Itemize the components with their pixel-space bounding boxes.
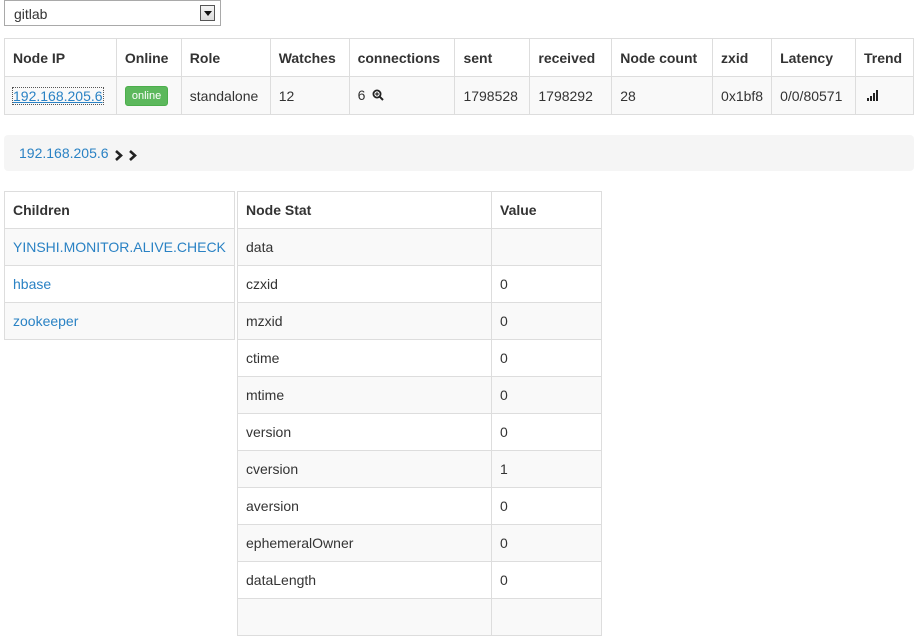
table-row: aversion 0	[237, 487, 602, 525]
col-header-zxid: zxid	[712, 38, 773, 77]
stat-value	[491, 598, 602, 636]
cell-zxid: 0x1bf8	[712, 76, 773, 115]
value-header: Value	[491, 191, 602, 229]
cluster-select-value: gitlab	[14, 6, 48, 22]
col-header-node-ip: Node IP	[4, 38, 117, 77]
cell-role: standalone	[180, 76, 271, 115]
stat-name: ephemeralOwner	[237, 524, 492, 562]
node-stat-header: Node Stat	[237, 191, 492, 229]
table-row: czxid 0	[237, 265, 602, 303]
table-row: mzxid 0	[237, 302, 602, 340]
online-status-badge: online	[124, 85, 169, 106]
stat-value: 1	[491, 450, 602, 488]
chevron-right-icon	[128, 148, 137, 164]
list-item: hbase	[4, 265, 235, 303]
col-header-node-count: Node count	[611, 38, 714, 77]
cell-connections: 6	[348, 76, 456, 115]
children-header: Children	[4, 191, 235, 229]
zoom-in-icon[interactable]	[372, 88, 384, 104]
stat-value: 0	[491, 302, 602, 340]
table-row: dataLength 0	[237, 561, 602, 599]
col-header-connections: connections	[348, 38, 456, 77]
col-header-role: Role	[180, 38, 271, 77]
table-row: mtime 0	[237, 376, 602, 414]
col-header-watches: Watches	[269, 38, 350, 77]
table-row: ctime 0	[237, 339, 602, 377]
signal-bars-icon[interactable]	[866, 88, 879, 104]
stat-value: 0	[491, 413, 602, 451]
cell-sent: 1798528	[454, 76, 531, 115]
table-row: cversion 1	[237, 450, 602, 488]
stat-name: data	[237, 228, 492, 266]
stat-name: cversion	[237, 450, 492, 488]
cell-received: 1798292	[529, 76, 613, 115]
col-header-latency: Latency	[771, 38, 856, 77]
chevron-right-icon	[114, 148, 123, 164]
child-node-link[interactable]: hbase	[13, 276, 51, 292]
cell-watches: 12	[269, 76, 350, 115]
stat-value: 0	[491, 524, 602, 562]
breadcrumb-root-link[interactable]: 192.168.205.6	[19, 145, 109, 161]
stat-name	[237, 598, 492, 636]
cell-node-count: 28	[611, 76, 714, 115]
child-node-link[interactable]: zookeeper	[13, 313, 78, 329]
col-header-received: received	[529, 38, 613, 77]
child-node-link[interactable]: YINSHI.MONITOR.ALIVE.CHECK	[13, 239, 226, 255]
server-table: Node IP Online Role Watches connections …	[4, 38, 915, 115]
list-item: YINSHI.MONITOR.ALIVE.CHECK	[4, 228, 235, 266]
stat-name: mzxid	[237, 302, 492, 340]
cluster-select[interactable]: gitlab	[4, 0, 221, 26]
stat-name: version	[237, 413, 492, 451]
children-table: Children YINSHI.MONITOR.ALIVE.CHECK hbas…	[4, 191, 235, 340]
connections-value: 6	[357, 86, 366, 103]
stat-name: mtime	[237, 376, 492, 414]
stat-value	[491, 228, 602, 266]
server-table-header-row: Node IP Online Role Watches connections …	[4, 38, 915, 77]
stat-value: 0	[491, 265, 602, 303]
stat-value: 0	[491, 561, 602, 599]
table-row: ephemeralOwner 0	[237, 524, 602, 562]
node-ip-link[interactable]: 192.168.205.6	[12, 86, 104, 105]
stat-name: aversion	[237, 487, 492, 525]
stat-name: czxid	[237, 265, 492, 303]
node-stat-table: Node Stat Value data czxid 0 mzxid 0 ctime…	[237, 191, 602, 636]
table-row	[237, 598, 602, 636]
cell-trend	[854, 76, 915, 115]
stat-value: 0	[491, 487, 602, 525]
breadcrumb: 192.168.205.6	[4, 135, 914, 171]
stat-value: 0	[491, 339, 602, 377]
dropdown-arrow-icon[interactable]	[200, 5, 215, 21]
cell-online: online	[115, 76, 182, 115]
table-row: data	[237, 228, 602, 266]
list-item: zookeeper	[4, 302, 235, 340]
col-header-trend: Trend	[854, 38, 915, 77]
col-header-online: Online	[115, 38, 182, 77]
cell-latency: 0/0/80571	[771, 76, 856, 115]
cell-node-ip: 192.168.205.6	[4, 76, 117, 115]
col-header-sent: sent	[454, 38, 531, 77]
table-row: version 0	[237, 413, 602, 451]
stat-name: dataLength	[237, 561, 492, 599]
stat-value: 0	[491, 376, 602, 414]
server-row: 192.168.205.6 online standalone 12 6 179…	[4, 76, 915, 115]
stat-name: ctime	[237, 339, 492, 377]
